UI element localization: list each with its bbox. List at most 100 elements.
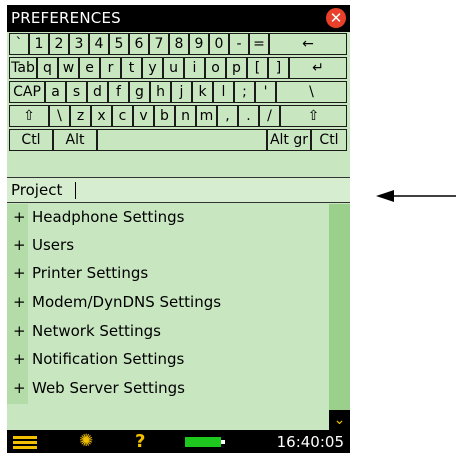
close-icon[interactable]: ✕ (326, 8, 346, 28)
key-alt-gr[interactable]: Alt gr (267, 129, 311, 151)
list-item-label: Modem/DynDNS Settings (32, 293, 222, 311)
list-item-network-settings[interactable]: + Network Settings (7, 318, 329, 346)
list-item-notification-settings[interactable]: + Notification Settings (7, 346, 329, 374)
key-equals[interactable]: = (249, 33, 269, 55)
key-i[interactable]: i (184, 57, 205, 79)
key-u[interactable]: u (163, 57, 184, 79)
key-f[interactable]: f (108, 81, 129, 103)
key-o[interactable]: o (205, 57, 226, 79)
settings-list: + Headphone Settings + Users + Printer S… (7, 204, 350, 430)
title-bar: PREFERENCES ✕ (7, 5, 350, 32)
list-item-modem-dyndns-settings[interactable]: + Modem/DynDNS Settings (7, 289, 329, 317)
key-right-shift[interactable]: ⇧ (280, 105, 347, 127)
window-title: PREFERENCES (11, 9, 121, 27)
key-w[interactable]: w (58, 57, 79, 79)
key-y[interactable]: y (142, 57, 163, 79)
key-5[interactable]: 5 (109, 33, 129, 55)
list-item-label: Headphone Settings (32, 208, 185, 226)
key-9[interactable]: 9 (189, 33, 209, 55)
key-z[interactable]: z (70, 105, 91, 127)
list-item-web-server-settings[interactable]: + Web Server Settings (7, 375, 329, 403)
key-4[interactable]: 4 (89, 33, 109, 55)
help-icon[interactable]: ? (135, 431, 145, 452)
list-item-label: Printer Settings (32, 264, 149, 282)
expand-icon[interactable]: + (13, 208, 26, 226)
expand-icon[interactable]: + (13, 322, 26, 340)
key-3[interactable]: 3 (69, 33, 89, 55)
key-0[interactable]: 0 (209, 33, 229, 55)
list-item-printer-settings[interactable]: + Printer Settings (7, 260, 329, 288)
key-right-ctrl[interactable]: Ctl (311, 129, 347, 151)
on-screen-keyboard: ` 1 2 3 4 5 6 7 8 9 0 - = ← Tab q w e r … (7, 32, 350, 176)
key-h[interactable]: h (150, 81, 171, 103)
key-r[interactable]: r (100, 57, 121, 79)
key-v[interactable]: v (133, 105, 154, 127)
key-6[interactable]: 6 (129, 33, 149, 55)
expand-icon[interactable]: + (13, 293, 26, 311)
key-1[interactable]: 1 (29, 33, 49, 55)
key-j[interactable]: j (171, 81, 192, 103)
list-item-users[interactable]: + Users (7, 232, 329, 260)
chevron-down-icon[interactable]: ⌄ (329, 410, 350, 430)
key-d[interactable]: d (87, 81, 108, 103)
key-8[interactable]: 8 (169, 33, 189, 55)
list-item-label: Network Settings (32, 322, 161, 340)
key-comma[interactable]: , (217, 105, 238, 127)
key-period[interactable]: . (238, 105, 259, 127)
key-e[interactable]: e (79, 57, 100, 79)
clock: 16:40:05 (276, 433, 344, 451)
key-k[interactable]: k (192, 81, 213, 103)
key-left-shift[interactable]: ⇧ (9, 105, 49, 127)
expand-icon[interactable]: + (13, 379, 26, 397)
key-a[interactable]: a (45, 81, 66, 103)
key-semicolon[interactable]: ; (234, 81, 255, 103)
key-g[interactable]: g (129, 81, 150, 103)
key-slash[interactable]: / (259, 105, 280, 127)
project-input[interactable]: Project (7, 177, 350, 203)
keyboard-row-4: ⇧ \ z x c v b n m , . / ⇧ (7, 104, 350, 128)
list-item-label: Web Server Settings (32, 379, 185, 397)
keyboard-row-1: ` 1 2 3 4 5 6 7 8 9 0 - = ← (7, 32, 350, 56)
keyboard-row-3: CAP a s d f g h j k l ; ' \ (7, 80, 350, 104)
key-minus[interactable]: - (229, 33, 249, 55)
key-backslash-2[interactable]: \ (49, 105, 70, 127)
key-right-bracket[interactable]: ] (268, 57, 289, 79)
key-enter[interactable]: ↵ (289, 57, 347, 79)
key-space[interactable] (97, 129, 267, 151)
key-backslash[interactable]: \ (276, 81, 347, 103)
key-backtick[interactable]: ` (9, 33, 29, 55)
expand-icon[interactable]: + (13, 350, 26, 368)
key-2[interactable]: 2 (49, 33, 69, 55)
menu-icon[interactable] (13, 436, 37, 449)
key-q[interactable]: q (37, 57, 58, 79)
project-input-value: Project (11, 181, 63, 199)
key-t[interactable]: t (121, 57, 142, 79)
key-quote[interactable]: ' (255, 81, 276, 103)
key-m[interactable]: m (196, 105, 217, 127)
list-item-headphone-settings[interactable]: + Headphone Settings (7, 204, 329, 232)
key-left-bracket[interactable]: [ (247, 57, 268, 79)
key-caps[interactable]: CAP (9, 81, 45, 103)
list-item-label: Notification Settings (32, 350, 185, 368)
key-7[interactable]: 7 (149, 33, 169, 55)
list-item-label: Users (32, 236, 75, 254)
key-left-alt[interactable]: Alt (53, 129, 97, 151)
keyboard-row-2: Tab q w e r t y u i o p [ ] ↵ (7, 56, 350, 80)
key-left-ctrl[interactable]: Ctl (9, 129, 53, 151)
key-s[interactable]: s (66, 81, 87, 103)
expand-icon[interactable]: + (13, 264, 26, 282)
key-tab[interactable]: Tab (9, 57, 37, 79)
key-n[interactable]: n (175, 105, 196, 127)
scrollbar[interactable]: ⌄ (329, 204, 350, 430)
key-b[interactable]: b (154, 105, 175, 127)
key-backspace[interactable]: ← (269, 33, 347, 55)
key-x[interactable]: x (91, 105, 112, 127)
preferences-window: PREFERENCES ✕ ` 1 2 3 4 5 6 7 8 9 0 - = … (7, 5, 350, 453)
key-l[interactable]: l (213, 81, 234, 103)
battery-icon (185, 437, 225, 447)
backlight-icon[interactable]: ✺ (79, 431, 93, 451)
text-cursor (75, 182, 76, 199)
expand-icon[interactable]: + (13, 236, 26, 254)
key-p[interactable]: p (226, 57, 247, 79)
key-c[interactable]: c (112, 105, 133, 127)
